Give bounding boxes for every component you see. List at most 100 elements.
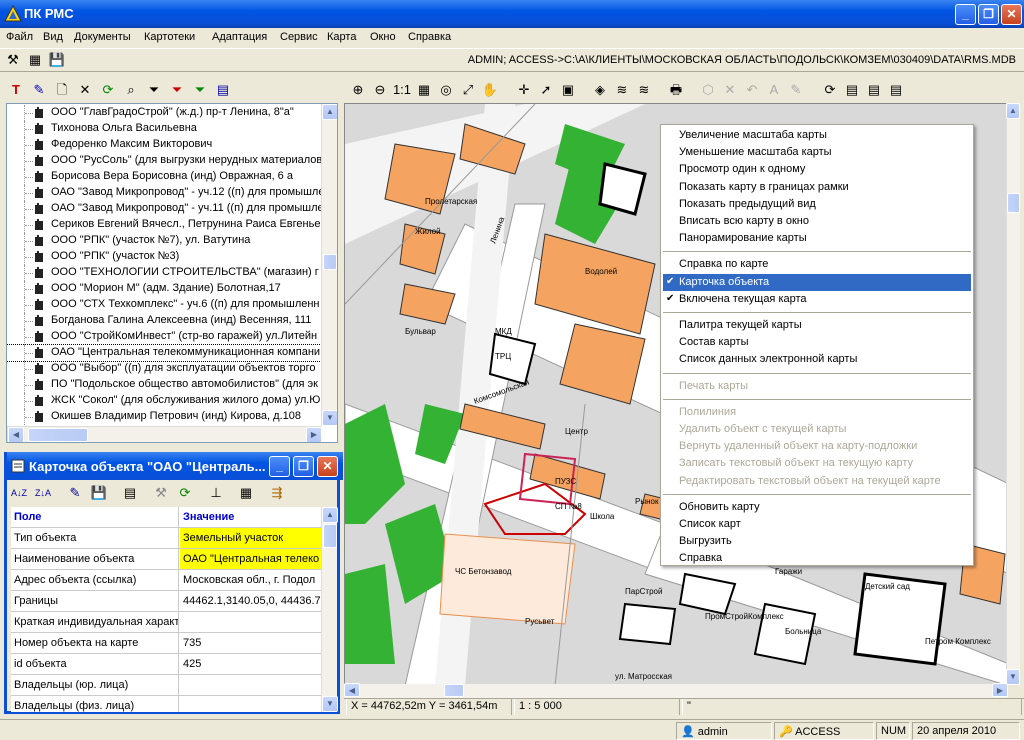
refresh-map-icon[interactable]: ⟳ bbox=[820, 80, 840, 100]
grid-value[interactable]: 44462.1,3140.05,0, 44436.7 bbox=[180, 591, 321, 611]
grid-value[interactable] bbox=[180, 612, 321, 632]
tree-item[interactable]: Богданова Галина Алексеевна (инд) Весенн… bbox=[7, 313, 323, 329]
menu-window[interactable]: Окно bbox=[370, 31, 396, 43]
menu-card-files[interactable]: Картотеки bbox=[144, 31, 195, 43]
map-scroll-thumb[interactable] bbox=[1007, 193, 1020, 213]
layers2-icon[interactable]: ≋ bbox=[634, 80, 654, 100]
tree-item[interactable]: Борисова Вера Борисовна (инд) Овражная, … bbox=[7, 169, 323, 185]
card-scroll-up-icon[interactable]: ▲ bbox=[322, 507, 338, 523]
card-save-icon[interactable]: 💾 bbox=[89, 483, 109, 503]
filter-red-icon[interactable]: ⏷ bbox=[167, 80, 187, 100]
card-export-icon[interactable]: ⇶ bbox=[267, 483, 287, 503]
menu-file[interactable]: Файл bbox=[6, 31, 33, 43]
minimize-button[interactable]: _ bbox=[955, 4, 976, 25]
pointer-icon[interactable]: ➚ bbox=[536, 80, 556, 100]
one-to-one-icon[interactable]: 1:1 bbox=[392, 80, 412, 100]
grid-value[interactable]: Московская обл., г. Подол bbox=[180, 570, 321, 590]
card-list-icon[interactable]: ▤ bbox=[120, 483, 140, 503]
h-scroll-thumb[interactable] bbox=[28, 428, 88, 442]
context-menu-item[interactable]: Увеличение масштаба карты bbox=[663, 127, 971, 144]
tree-item[interactable]: Федоренко Максим Викторович bbox=[7, 137, 323, 153]
card-scroll-down-icon[interactable]: ▼ bbox=[322, 696, 338, 712]
book-icon[interactable]: ▤ bbox=[886, 80, 906, 100]
card-close-button[interactable]: ✕ bbox=[317, 456, 338, 477]
tree-item[interactable]: ЖСК "Сокол" (для обслуживания жилого дом… bbox=[7, 393, 323, 409]
frame-icon[interactable]: ▦ bbox=[414, 80, 434, 100]
grid-value[interactable] bbox=[180, 675, 321, 695]
tree-item[interactable]: ПО "Подольское общество автомобилистов" … bbox=[7, 377, 323, 393]
grid-row[interactable]: Номер объекта на карте 735 bbox=[11, 633, 321, 654]
tree-horizontal-scrollbar[interactable]: ◀ ▶ bbox=[7, 426, 322, 442]
tree-item[interactable]: Окишев Владимир Петрович (инд) Кирова, д… bbox=[7, 409, 323, 425]
report-icon[interactable]: ▤ bbox=[213, 80, 233, 100]
map-scroll-left-icon[interactable]: ◀ bbox=[344, 683, 360, 697]
zoom-object-icon[interactable]: ◎ bbox=[436, 80, 456, 100]
menu-view[interactable]: Вид bbox=[43, 31, 63, 43]
card-minimize-button[interactable]: _ bbox=[269, 456, 290, 477]
card-edit-icon[interactable]: ✎ bbox=[65, 483, 85, 503]
card-refresh-icon[interactable]: ⟳ bbox=[175, 483, 195, 503]
tree-item[interactable]: ООО "СтройКомИнвест" (стр-во гаражей) ул… bbox=[7, 329, 323, 345]
delete-icon[interactable]: ✕ bbox=[75, 80, 95, 100]
scroll-up-arrow-icon[interactable]: ▲ bbox=[322, 104, 337, 120]
filter-green-icon[interactable]: ⏷ bbox=[190, 80, 210, 100]
table-icon[interactable]: ▦ bbox=[25, 50, 45, 70]
tree-item[interactable]: Сериков Евгений Вячесл., Петрунина Раиса… bbox=[7, 217, 323, 233]
card-vertical-scrollbar[interactable]: ▲ ▼ bbox=[321, 507, 338, 712]
map-horizontal-scrollbar[interactable]: ◀ ▶ bbox=[344, 683, 1008, 698]
scroll-thumb[interactable] bbox=[323, 254, 337, 270]
fit-window-icon[interactable]: ⤢ bbox=[458, 80, 478, 100]
context-menu-item[interactable]: Список данных электронной карты bbox=[663, 351, 971, 368]
polygon-icon[interactable]: ⬡ bbox=[698, 80, 718, 100]
context-menu-item[interactable]: ✔ Включена текущая карта bbox=[663, 291, 971, 308]
tree-item[interactable]: ООО "РПК" (участок №3) bbox=[7, 249, 323, 265]
scroll-left-arrow-icon[interactable]: ◀ bbox=[8, 427, 24, 442]
grid-row[interactable]: Тип объекта Земельный участок bbox=[11, 528, 321, 549]
tree-item[interactable]: Тихонова Ольга Васильевна bbox=[7, 121, 323, 137]
card-grid-icon[interactable]: ▦ bbox=[236, 483, 256, 503]
text-icon[interactable]: T bbox=[6, 80, 26, 100]
tree-item[interactable]: ООО "РусСоль" (для выгрузки нерудных мат… bbox=[7, 153, 323, 169]
maximize-button[interactable]: ❐ bbox=[978, 4, 999, 25]
select-icon[interactable]: ▣ bbox=[558, 80, 578, 100]
grid-row[interactable]: Краткая индивидуальная характ bbox=[11, 612, 321, 633]
sort-asc-icon[interactable]: A↓Z bbox=[9, 483, 29, 503]
undo-icon[interactable]: ↶ bbox=[742, 80, 762, 100]
tree-item[interactable]: ОАО "Завод Микропровод" - уч.12 ((п) для… bbox=[7, 185, 323, 201]
grid-row[interactable]: id объекта 425 bbox=[11, 654, 321, 675]
context-menu-item[interactable]: Вписать всю карту в окно bbox=[663, 213, 971, 230]
grid-value[interactable]: ОАО "Центральная телеко bbox=[180, 549, 321, 569]
menu-map[interactable]: Карта bbox=[327, 31, 356, 43]
card-tools-icon[interactable]: ⚒ bbox=[151, 483, 171, 503]
grid-value[interactable]: Земельный участок bbox=[180, 528, 321, 548]
tree-item[interactable]: ОАО "Завод Микропровод" - уч.11 ((п) для… bbox=[7, 201, 323, 217]
context-menu-item[interactable]: Панорамирование карты bbox=[663, 230, 971, 247]
crosshair-icon[interactable]: ✛ bbox=[514, 80, 534, 100]
menu-documents[interactable]: Документы bbox=[74, 31, 131, 43]
tree-item[interactable]: ООО "РПК" (участок №7), ул. Ватутина bbox=[7, 233, 323, 249]
zoom-in-icon[interactable]: ⊕ bbox=[348, 80, 368, 100]
search-icon[interactable]: ⌕ bbox=[121, 80, 141, 100]
scroll-right-arrow-icon[interactable]: ▶ bbox=[306, 427, 322, 442]
context-menu-item[interactable]: Обновить карту bbox=[663, 499, 971, 516]
map-scroll-down-icon[interactable]: ▼ bbox=[1006, 669, 1020, 685]
layers-icon[interactable]: ≋ bbox=[612, 80, 632, 100]
grid-value[interactable]: 425 bbox=[180, 654, 321, 674]
context-menu-item[interactable]: Выгрузить bbox=[663, 533, 971, 550]
card-properties-grid[interactable]: Поле Значение Тип объекта Земельный участ… bbox=[11, 507, 321, 712]
grid-row[interactable]: Владельцы (юр. лица) bbox=[11, 675, 321, 696]
context-menu-item[interactable]: Палитра текущей карты bbox=[663, 317, 971, 334]
map-scroll-up-icon[interactable]: ▲ bbox=[1006, 103, 1020, 119]
context-menu-item[interactable]: Просмотр один к одному bbox=[663, 161, 971, 178]
tree-item[interactable]: ООО "СТХ Техкомплекс" - уч.6 ((п) для пр… bbox=[7, 297, 323, 313]
tools-icon[interactable]: ⚒ bbox=[3, 50, 23, 70]
context-menu-item[interactable]: Показать предыдущий вид bbox=[663, 196, 971, 213]
pen-icon[interactable]: ✎ bbox=[786, 80, 806, 100]
card-maximize-button[interactable]: ❐ bbox=[293, 456, 314, 477]
delete-object-icon[interactable]: ✕ bbox=[720, 80, 740, 100]
palette-icon[interactable]: ◈ bbox=[590, 80, 610, 100]
tree-item[interactable]: ООО "Морион М" (адм. Здание) Болотная,17 bbox=[7, 281, 323, 297]
edit-icon[interactable]: ✎ bbox=[29, 80, 49, 100]
context-menu-item[interactable]: Справка по карте bbox=[663, 256, 971, 273]
menu-help[interactable]: Справка bbox=[408, 31, 451, 43]
